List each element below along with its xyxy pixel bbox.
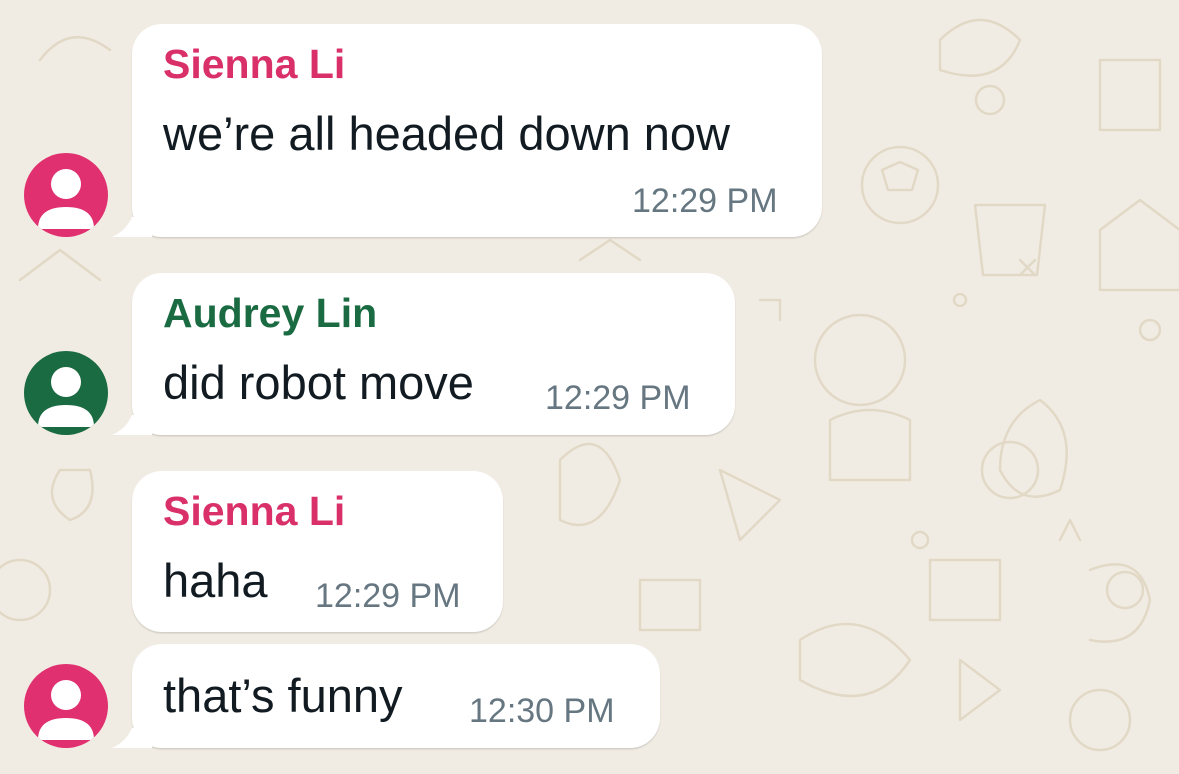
person-icon — [24, 664, 108, 748]
timestamp: 12:29 PM — [315, 577, 461, 615]
message-bubble[interactable]: Sienna Li we’re all headed down now 12:2… — [112, 24, 822, 237]
avatar[interactable] — [24, 351, 108, 435]
timestamp: 12:29 PM — [632, 182, 778, 220]
bubble-tail — [112, 217, 152, 237]
sender-name: Sienna Li — [163, 488, 346, 534]
message-text: did robot move — [163, 356, 474, 409]
sender-name: Audrey Lin — [163, 290, 378, 336]
avatar[interactable] — [24, 664, 108, 748]
message-text: haha — [163, 554, 268, 607]
message-bubble[interactable]: that’s funny 12:30 PM — [112, 644, 660, 748]
bubble-tail — [112, 415, 152, 435]
message-text: that’s funny — [163, 669, 403, 722]
person-icon — [24, 153, 108, 237]
bubble-tail — [112, 728, 152, 748]
message-bubble[interactable]: Sienna Li haha 12:29 PM — [132, 471, 503, 632]
timestamp: 12:30 PM — [469, 692, 615, 730]
message-text: we’re all headed down now — [163, 107, 730, 160]
timestamp: 12:29 PM — [545, 379, 691, 417]
person-icon — [24, 351, 108, 435]
message-bubble[interactable]: Audrey Lin did robot move 12:29 PM — [112, 273, 735, 435]
sender-name: Sienna Li — [163, 41, 346, 87]
avatar[interactable] — [24, 153, 108, 237]
